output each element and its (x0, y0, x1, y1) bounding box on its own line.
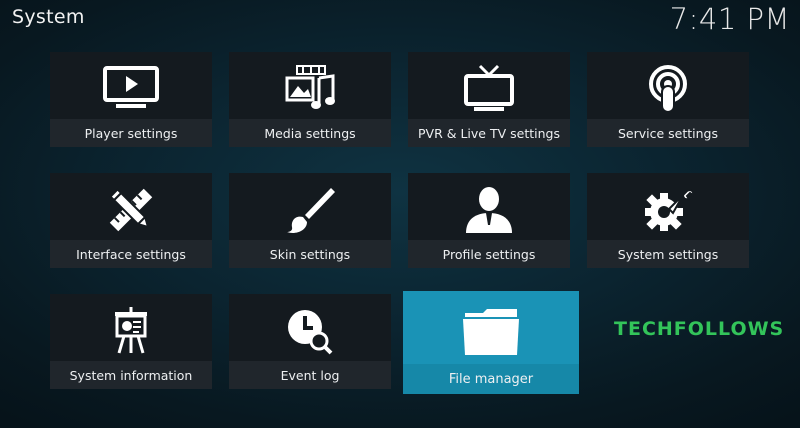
media-film-music-icon (281, 64, 339, 114)
pencil-ruler-icon (102, 185, 160, 235)
gear-wrench-icon (639, 185, 697, 235)
tile-system-information[interactable]: System information (50, 294, 212, 389)
tile-media-settings[interactable]: Media settings (229, 52, 391, 147)
tile-label: File manager (448, 371, 534, 387)
tv-antenna-icon (460, 64, 518, 114)
tile-pvr-live-tv-settings[interactable]: PVR & Live TV settings (408, 52, 570, 147)
watermark-logo: TECHFOLLOWS (614, 318, 785, 340)
tile-label: Player settings (84, 125, 178, 141)
tile-label: Event log (280, 367, 340, 383)
tile-label: Skin settings (269, 246, 351, 262)
tile-label: Media settings (264, 125, 356, 141)
tile-label: System information (69, 367, 193, 383)
tile-player-settings[interactable]: Player settings (50, 52, 212, 147)
tile-interface-settings[interactable]: Interface settings (50, 173, 212, 268)
tile-skin-settings[interactable]: Skin settings (229, 173, 391, 268)
clock: 7:41 PM (669, 2, 790, 36)
monitor-play-icon (102, 64, 160, 114)
tile-service-settings[interactable]: Service settings (587, 52, 749, 147)
tile-label: Service settings (617, 125, 719, 141)
podcast-broadcast-icon (639, 64, 697, 114)
user-profile-icon (460, 185, 518, 235)
tile-system-settings[interactable]: System settings (587, 173, 749, 268)
tile-profile-settings[interactable]: Profile settings (408, 173, 570, 268)
tile-label: Interface settings (76, 246, 186, 262)
paintbrush-icon (281, 185, 339, 235)
tile-label: PVR & Live TV settings (418, 125, 560, 141)
tile-label: System settings (617, 246, 719, 262)
tile-event-log[interactable]: Event log (229, 294, 391, 389)
tile-file-manager[interactable]: File manager (403, 291, 579, 394)
page-title: System (12, 6, 85, 28)
folder-icon (459, 301, 523, 357)
presentation-easel-icon (102, 306, 160, 356)
top-bar: System 7:41 PM (0, 0, 800, 40)
tile-label: Profile settings (442, 246, 536, 262)
clock-search-icon (281, 306, 339, 356)
